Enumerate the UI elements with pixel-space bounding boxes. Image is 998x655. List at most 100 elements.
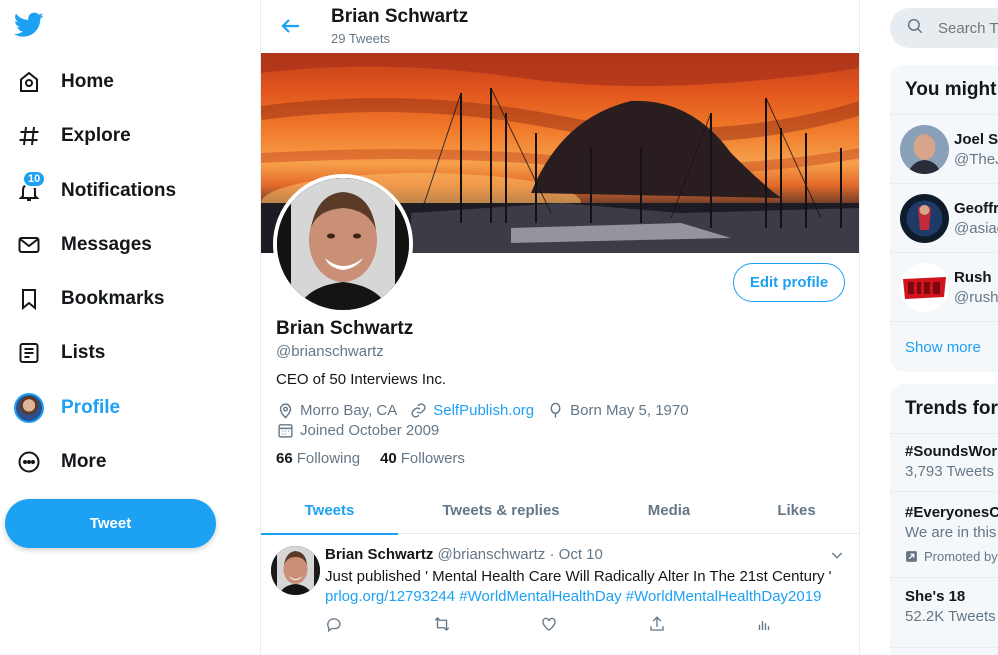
tweet-actions xyxy=(325,615,775,635)
bell-icon: 10 xyxy=(14,170,47,206)
edit-profile-button[interactable]: Edit profile xyxy=(733,263,845,302)
profile-birthday: Born May 5, 1970 xyxy=(570,401,689,419)
trend-item[interactable]: #EveryonesC We are in this Promoted by xyxy=(890,492,998,578)
suggestion-name[interactable]: Rush xyxy=(954,269,992,286)
list-icon xyxy=(14,338,44,368)
profile-joined-date: Joined October 2009 xyxy=(300,421,440,439)
trend-promoted: Promoted by xyxy=(905,549,998,564)
tweet-author-avatar[interactable] xyxy=(271,546,320,595)
following-link[interactable]: 66 Following xyxy=(276,450,360,467)
twitter-bird-logo-icon[interactable] xyxy=(13,12,46,42)
nav-notifications[interactable]: 10 Notifications xyxy=(14,170,176,211)
bookmark-icon xyxy=(14,284,44,314)
link-icon xyxy=(409,401,427,419)
who-to-follow-panel: You might like Joel S @TheJ Geoffr @asia… xyxy=(890,65,998,372)
who-to-follow-title: You might like xyxy=(890,65,998,115)
suggestion-handle: @TheJ xyxy=(954,151,998,168)
profile-tabs: Tweets Tweets & replies Media Likes xyxy=(261,486,859,535)
suggestion-name[interactable]: Geoffr xyxy=(954,200,998,217)
suggestion-row[interactable]: Geoffr @asiag xyxy=(890,184,998,253)
suggestion-name[interactable]: Joel S xyxy=(954,131,998,148)
more-icon xyxy=(14,447,44,477)
home-icon xyxy=(14,67,44,97)
search-box[interactable] xyxy=(890,8,998,48)
suggestion-avatar[interactable] xyxy=(900,125,949,174)
suggestion-handle: @asiag xyxy=(954,220,998,237)
nav-lists-label: Lists xyxy=(61,342,106,363)
tweet-body: Just published ' Mental Health Care Will… xyxy=(325,567,845,607)
trend-description: We are in this xyxy=(905,524,997,541)
trend-item[interactable]: She's 18 52.2K Tweets xyxy=(890,578,998,648)
tweet-author-name[interactable]: Brian Schwartz xyxy=(325,546,433,563)
rush-logo-avatar[interactable] xyxy=(900,263,949,312)
nav-profile[interactable]: Profile xyxy=(14,388,120,428)
left-navigation: Home Explore 10 Notifications Messages B… xyxy=(0,0,260,655)
nav-bookmarks-label: Bookmarks xyxy=(61,288,165,309)
followers-link[interactable]: 40 Followers xyxy=(380,450,465,467)
profile-location: Morro Bay, CA xyxy=(300,401,398,419)
suggestion-handle: @rush xyxy=(954,289,998,306)
nav-explore[interactable]: Explore xyxy=(14,116,131,156)
promoted-icon xyxy=(905,550,918,563)
nav-lists[interactable]: Lists xyxy=(14,333,105,373)
nav-more[interactable]: More xyxy=(14,442,106,482)
location-pin-icon xyxy=(276,401,294,419)
follow-stats: 66 Following 40 Followers xyxy=(276,450,485,467)
trends-title: Trends for you xyxy=(890,384,998,434)
tweet-header: Brian Schwartz @brianschwartz · Oct 10 xyxy=(325,546,603,563)
nav-messages-label: Messages xyxy=(61,234,152,255)
nav-more-label: More xyxy=(61,451,107,472)
followers-count: 40 xyxy=(380,450,397,467)
balloon-icon xyxy=(546,401,564,419)
profile-avatar-icon xyxy=(14,393,44,423)
profile-name: Brian Schwartz xyxy=(276,318,414,339)
profile-header-bar: Brian Schwartz 29 Tweets xyxy=(261,0,859,53)
reply-icon[interactable] xyxy=(325,615,345,635)
tab-tweets[interactable]: Tweets xyxy=(261,486,398,535)
back-arrow-icon[interactable] xyxy=(279,14,303,38)
nav-home[interactable]: Home xyxy=(14,62,114,102)
analytics-icon[interactable] xyxy=(755,615,775,635)
trends-panel: Trends for you #SoundsWor 3,793 Tweets #… xyxy=(890,384,998,655)
retweet-icon[interactable] xyxy=(433,615,453,635)
tweet-text: Just published ' Mental Health Care Will… xyxy=(325,568,832,585)
avatar xyxy=(14,393,44,423)
profile-main-column: Brian Schwartz 29 Tweets Edit profile Br… xyxy=(260,0,860,655)
suggestion-avatar[interactable] xyxy=(900,194,949,243)
like-heart-icon[interactable] xyxy=(540,615,560,635)
hashtag-icon xyxy=(14,121,44,151)
suggestion-row[interactable]: Rush @rush xyxy=(890,253,998,322)
calendar-icon xyxy=(276,421,294,439)
header-profile-name: Brian Schwartz xyxy=(331,6,469,27)
trend-title: She's 18 xyxy=(905,588,966,605)
tweet-separator: · xyxy=(549,546,555,563)
tweet-author-handle[interactable]: @brianschwartz xyxy=(438,546,546,563)
tab-likes[interactable]: Likes xyxy=(734,486,859,534)
suggestion-row[interactable]: Joel S @TheJ xyxy=(890,115,998,184)
search-input[interactable] xyxy=(938,19,998,37)
compose-tweet-button[interactable]: Tweet xyxy=(5,499,216,548)
trend-count: 3,793 Tweets xyxy=(905,463,994,480)
promoted-label: Promoted by xyxy=(924,549,998,564)
following-label: Following xyxy=(296,450,361,467)
envelope-icon xyxy=(14,230,44,260)
trend-item[interactable]: #SoundsWor 3,793 Tweets xyxy=(890,434,998,492)
nav-explore-label: Explore xyxy=(61,125,131,146)
show-more-link[interactable]: Show more xyxy=(890,322,998,372)
nav-messages[interactable]: Messages xyxy=(14,225,152,265)
tweet-links[interactable]: prlog.org/12793244 #WorldMentalHealthDay… xyxy=(325,587,845,607)
nav-home-label: Home xyxy=(61,71,114,92)
tweet-date[interactable]: Oct 10 xyxy=(559,546,603,563)
chevron-down-icon[interactable] xyxy=(829,547,845,563)
nav-bookmarks[interactable]: Bookmarks xyxy=(14,279,165,319)
profile-website-link[interactable]: SelfPublish.org xyxy=(433,402,534,419)
profile-joined-row: Joined October 2009 xyxy=(276,420,439,440)
profile-bio: CEO of 50 Interviews Inc. xyxy=(276,371,447,388)
tweet-item[interactable]: Brian Schwartz @brianschwartz · Oct 10 J… xyxy=(261,535,859,655)
share-icon[interactable] xyxy=(648,615,668,635)
nav-profile-label: Profile xyxy=(61,397,121,418)
search-icon xyxy=(906,17,924,40)
profile-avatar-large[interactable] xyxy=(273,174,413,314)
tab-media[interactable]: Media xyxy=(604,486,734,534)
tab-tweets-and-replies[interactable]: Tweets & replies xyxy=(398,486,604,534)
